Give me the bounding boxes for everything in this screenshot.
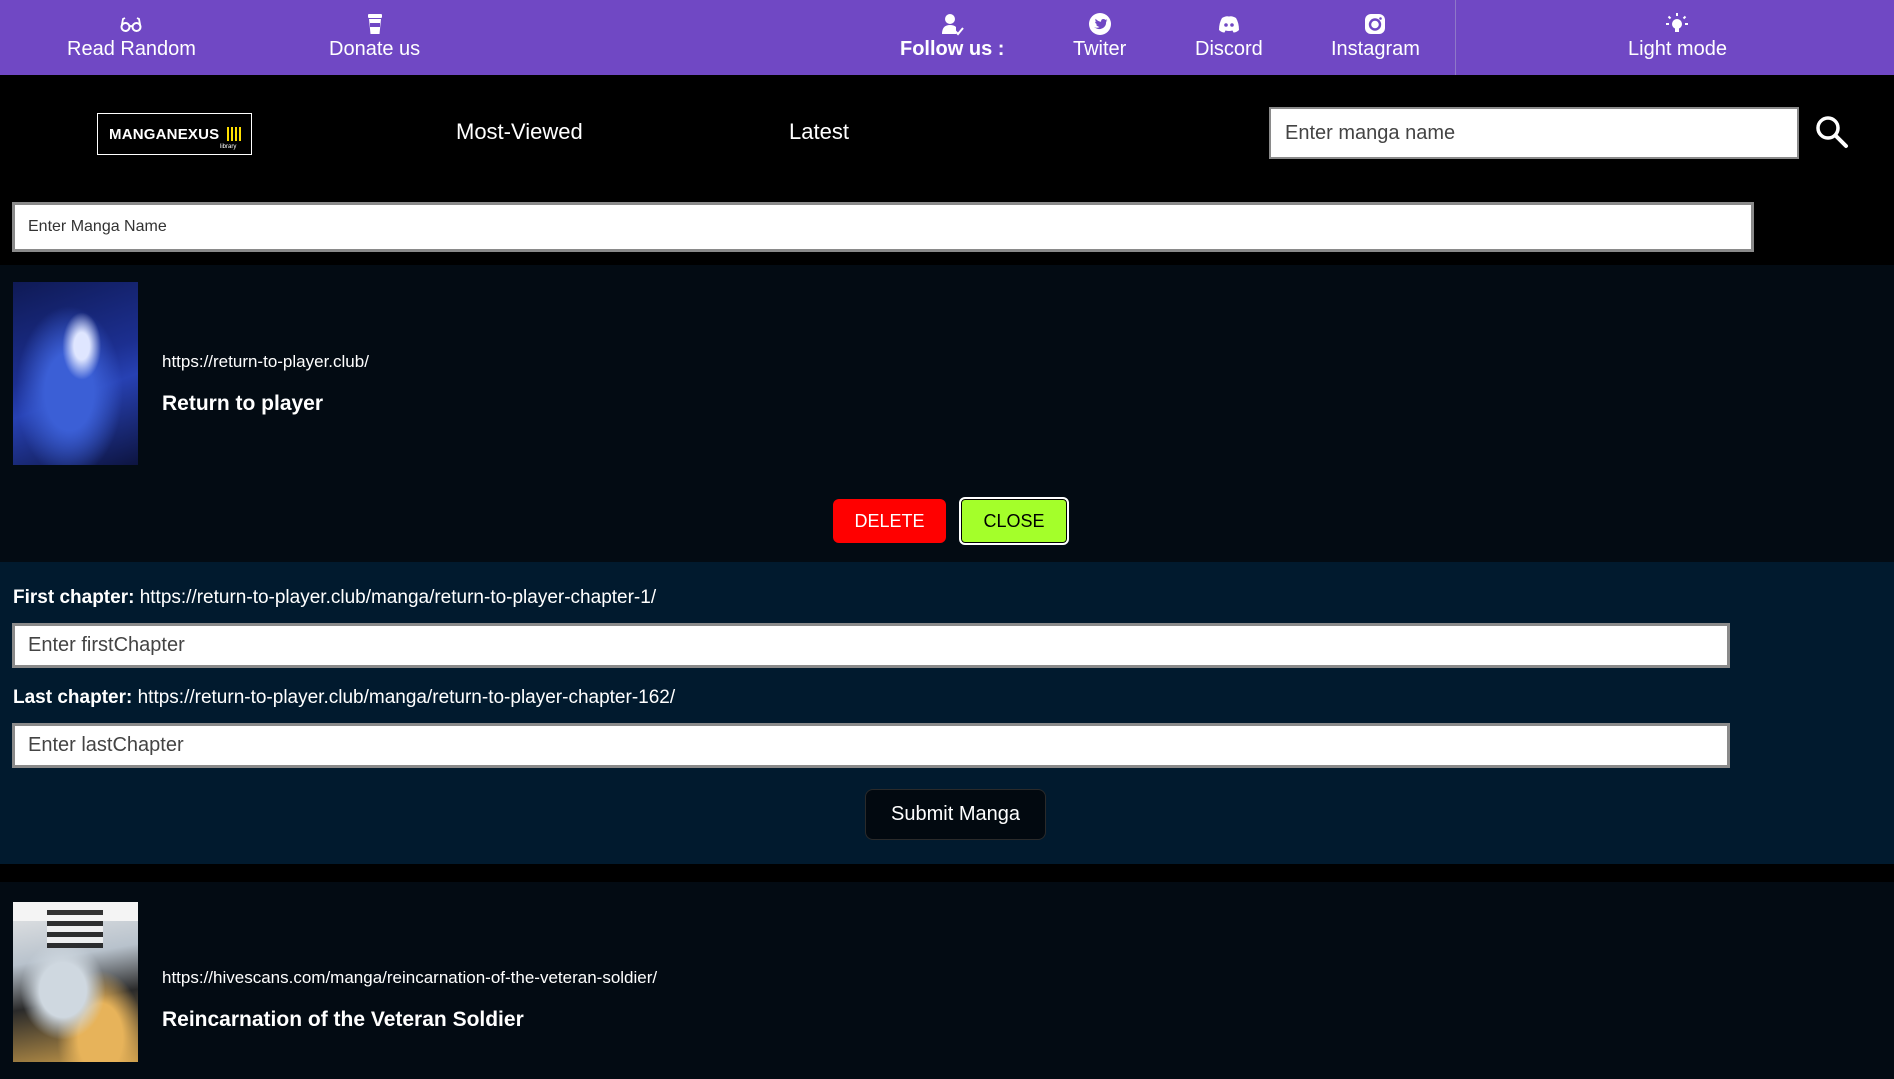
glasses-icon <box>120 17 142 32</box>
logo-sub: library <box>220 144 237 150</box>
last-chapter-value: https://return-to-player.club/manga/retu… <box>137 687 676 708</box>
light-mode-toggle[interactable]: Light mode <box>1628 12 1727 61</box>
most-viewed-link[interactable]: Most-Viewed <box>456 119 583 145</box>
manga-title[interactable]: Return to player <box>162 392 323 416</box>
latest-link[interactable]: Latest <box>789 119 849 145</box>
logo-text: MANGANEXUS <box>109 126 220 143</box>
manga-card: https://hivescans.com/manga/reincarnatio… <box>0 882 1894 1079</box>
read-random-label: Read Random <box>67 38 196 60</box>
logo-bars-icon <box>227 127 242 141</box>
light-mode-label: Light mode <box>1628 38 1727 60</box>
search-icon[interactable] <box>1815 115 1849 149</box>
discord-link[interactable]: Discord <box>1195 12 1263 61</box>
lightbulb-icon <box>1666 13 1689 32</box>
top-bar: Read Random Donate us Follow us : Twiter <box>0 0 1894 75</box>
manga-card: https://return-to-player.club/ Return to… <box>0 265 1894 562</box>
follow-us-label: Follow us : <box>900 38 1005 60</box>
twitter-link[interactable]: Twiter <box>1073 12 1126 61</box>
chapter-edit-panel: First chapter: https://return-to-player.… <box>0 562 1894 864</box>
site-logo[interactable]: MANGANEXUS library <box>97 113 252 155</box>
discord-label: Discord <box>1195 38 1263 60</box>
manga-url[interactable]: https://hivescans.com/manga/reincarnatio… <box>162 968 657 988</box>
manga-cover-image[interactable] <box>13 902 138 1062</box>
first-chapter-input[interactable] <box>12 623 1730 668</box>
manga-name-filter-input[interactable] <box>12 202 1754 252</box>
coffee-cup-icon <box>367 14 382 34</box>
last-chapter-input[interactable] <box>12 723 1730 768</box>
main-nav: MANGANEXUS library Most-Viewed Latest <box>0 75 1894 190</box>
first-chapter-line: First chapter: https://return-to-player.… <box>13 587 656 609</box>
twitter-icon <box>1088 13 1111 35</box>
discord-icon <box>1218 16 1239 33</box>
manga-title[interactable]: Reincarnation of the Veteran Soldier <box>162 1008 524 1032</box>
topbar-divider <box>1455 0 1456 75</box>
donate-link[interactable]: Donate us <box>329 12 420 61</box>
cover-sign-graphic <box>47 906 103 948</box>
last-chapter-label: Last chapter: <box>13 687 133 708</box>
close-button[interactable]: CLOSE <box>959 497 1069 545</box>
user-check-icon <box>942 14 964 36</box>
delete-button[interactable]: DELETE <box>833 499 946 543</box>
last-chapter-line: Last chapter: https://return-to-player.c… <box>13 687 675 709</box>
read-random-link[interactable]: Read Random <box>67 12 196 61</box>
twitter-label: Twiter <box>1073 38 1127 60</box>
first-chapter-label: First chapter: <box>13 587 135 608</box>
instagram-label: Instagram <box>1331 38 1420 60</box>
instagram-link[interactable]: Instagram <box>1331 12 1420 61</box>
manga-search-input[interactable] <box>1269 107 1799 159</box>
follow-us: Follow us : <box>900 12 1004 61</box>
submit-manga-button[interactable]: Submit Manga <box>865 789 1046 840</box>
first-chapter-value: https://return-to-player.club/manga/retu… <box>139 587 657 608</box>
instagram-icon <box>1365 14 1386 34</box>
donate-label: Donate us <box>329 38 421 60</box>
manga-cover-image[interactable] <box>13 282 138 465</box>
manga-url[interactable]: https://return-to-player.club/ <box>162 352 369 372</box>
